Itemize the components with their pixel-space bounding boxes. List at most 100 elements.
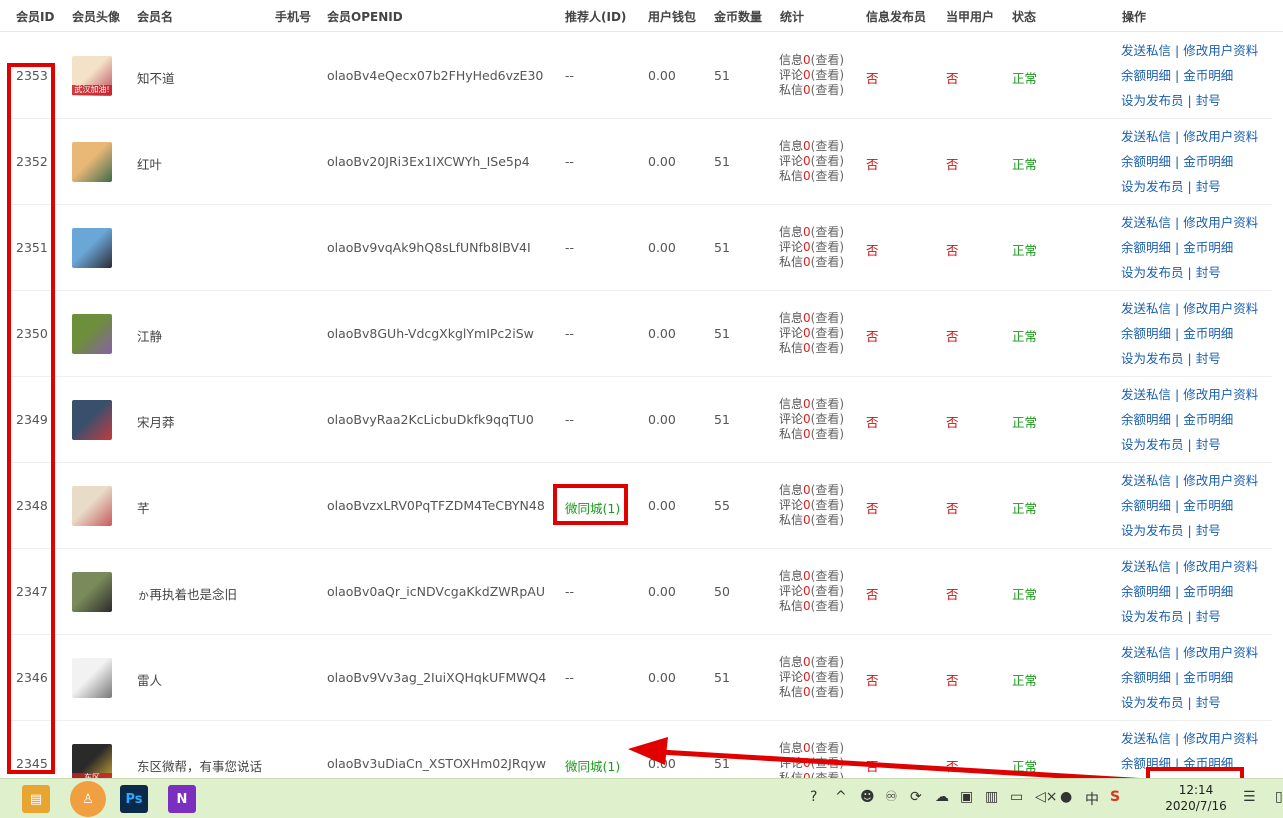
balance-detail-link[interactable]: 余额明细 (1121, 68, 1171, 83)
view-comment-link[interactable]: (查看) (811, 68, 844, 82)
tray-icon[interactable]: ▥ (985, 789, 998, 805)
set-publisher-link[interactable]: 设为发布员 (1121, 351, 1184, 366)
coin-detail-link[interactable]: 金币明细 (1183, 412, 1233, 427)
balance-detail-link[interactable]: 余额明细 (1121, 498, 1171, 513)
balance-detail-link[interactable]: 余额明细 (1121, 240, 1171, 255)
balance-detail-link[interactable]: 余额明细 (1121, 584, 1171, 599)
view-info-link[interactable]: (查看) (811, 397, 844, 411)
view-message-link[interactable]: (查看) (811, 513, 844, 527)
balance-detail-link[interactable]: 余额明细 (1121, 154, 1171, 169)
balance-detail-link[interactable]: 余额明细 (1121, 412, 1171, 427)
coin-detail-link[interactable]: 金币明细 (1183, 498, 1233, 513)
tray-icon[interactable]: 中 (1085, 789, 1099, 809)
view-message-link[interactable]: (查看) (811, 83, 844, 97)
view-info-link[interactable]: (查看) (811, 53, 844, 67)
ban-link[interactable]: 封号 (1196, 93, 1221, 108)
view-info-link[interactable]: (查看) (811, 311, 844, 325)
set-publisher-link[interactable]: 设为发布员 (1121, 265, 1184, 280)
view-message-link[interactable]: (查看) (811, 599, 844, 613)
ban-link[interactable]: 封号 (1196, 609, 1221, 624)
balance-detail-link[interactable]: 余额明细 (1121, 326, 1171, 341)
coin-detail-link[interactable]: 金币明细 (1183, 756, 1233, 771)
ban-link[interactable]: 封号 (1196, 179, 1221, 194)
ban-link[interactable]: 封号 (1196, 695, 1221, 710)
tray-icon[interactable]: ☁ (935, 789, 949, 805)
tray-icon[interactable]: ▣ (960, 789, 973, 805)
view-comment-link[interactable]: (查看) (811, 670, 844, 684)
set-publisher-link[interactable]: 设为发布员 (1121, 179, 1184, 194)
coin-detail-link[interactable]: 金币明细 (1183, 670, 1233, 685)
send-message-link[interactable]: 发送私信 (1121, 645, 1171, 660)
edit-profile-link[interactable]: 修改用户资料 (1183, 215, 1258, 230)
referrer-link[interactable]: 微同城(1) (565, 756, 620, 775)
edit-profile-link[interactable]: 修改用户资料 (1183, 43, 1258, 58)
coin-detail-link[interactable]: 金币明细 (1183, 584, 1233, 599)
edit-profile-link[interactable]: 修改用户资料 (1183, 559, 1258, 574)
coin-detail-link[interactable]: 金币明细 (1183, 326, 1233, 341)
taskbar-app-icon[interactable]: ♙ (70, 781, 106, 817)
view-info-link[interactable]: (查看) (811, 139, 844, 153)
edit-profile-link[interactable]: 修改用户资料 (1183, 645, 1258, 660)
view-comment-link[interactable]: (查看) (811, 756, 844, 770)
view-comment-link[interactable]: (查看) (811, 412, 844, 426)
show-desktop-icon[interactable]: ▯ (1275, 789, 1283, 805)
taskbar-app-icon[interactable]: ▤ (22, 785, 50, 813)
edit-profile-link[interactable]: 修改用户资料 (1183, 473, 1258, 488)
set-publisher-link[interactable]: 设为发布员 (1121, 609, 1184, 624)
view-comment-link[interactable]: (查看) (811, 498, 844, 512)
view-info-link[interactable]: (查看) (811, 225, 844, 239)
view-info-link[interactable]: (查看) (811, 483, 844, 497)
set-publisher-link[interactable]: 设为发布员 (1121, 93, 1184, 108)
ban-link[interactable]: 封号 (1196, 351, 1221, 366)
balance-detail-link[interactable]: 余额明细 (1121, 670, 1171, 685)
send-message-link[interactable]: 发送私信 (1121, 387, 1171, 402)
send-message-link[interactable]: 发送私信 (1121, 215, 1171, 230)
view-info-link[interactable]: (查看) (811, 655, 844, 669)
system-clock[interactable]: 12:14 2020/7/16 (1150, 779, 1242, 818)
view-info-link[interactable]: (查看) (811, 569, 844, 583)
tray-icon[interactable]: ^ (835, 789, 847, 805)
send-message-link[interactable]: 发送私信 (1121, 731, 1171, 746)
view-message-link[interactable]: (查看) (811, 427, 844, 441)
coin-detail-link[interactable]: 金币明细 (1183, 68, 1233, 83)
send-message-link[interactable]: 发送私信 (1121, 301, 1171, 316)
view-info-link[interactable]: (查看) (811, 741, 844, 755)
referrer-link[interactable]: 微同城(1) (565, 498, 620, 517)
coin-detail-link[interactable]: 金币明细 (1183, 240, 1233, 255)
view-comment-link[interactable]: (查看) (811, 584, 844, 598)
tray-icon[interactable]: ? (810, 789, 817, 805)
tray-icon[interactable]: ⟳ (910, 789, 922, 805)
edit-profile-link[interactable]: 修改用户资料 (1183, 129, 1258, 144)
tray-icon[interactable]: ☻ (860, 789, 875, 805)
edit-profile-link[interactable]: 修改用户资料 (1183, 387, 1258, 402)
view-comment-link[interactable]: (查看) (811, 154, 844, 168)
tray-icon[interactable]: ◁× (1035, 789, 1058, 805)
set-publisher-link[interactable]: 设为发布员 (1121, 695, 1184, 710)
set-publisher-link[interactable]: 设为发布员 (1121, 437, 1184, 452)
view-comment-link[interactable]: (查看) (811, 240, 844, 254)
set-publisher-link[interactable]: 设为发布员 (1121, 523, 1184, 538)
view-message-link[interactable]: (查看) (811, 169, 844, 183)
send-message-link[interactable]: 发送私信 (1121, 129, 1171, 144)
taskbar-app-icon[interactable]: Ps (120, 785, 148, 813)
send-message-link[interactable]: 发送私信 (1121, 559, 1171, 574)
tray-icon[interactable]: S (1110, 789, 1120, 805)
balance-detail-link[interactable]: 余额明细 (1121, 756, 1171, 771)
send-message-link[interactable]: 发送私信 (1121, 473, 1171, 488)
send-message-link[interactable]: 发送私信 (1121, 43, 1171, 58)
tray-icon[interactable]: ▭ (1010, 789, 1023, 805)
view-message-link[interactable]: (查看) (811, 685, 844, 699)
taskbar-app-icon[interactable]: N (168, 785, 196, 813)
edit-profile-link[interactable]: 修改用户资料 (1183, 301, 1258, 316)
notification-icon[interactable]: ☰ (1243, 789, 1256, 805)
coin-detail-link[interactable]: 金币明细 (1183, 154, 1233, 169)
ban-link[interactable]: 封号 (1196, 437, 1221, 452)
view-message-link[interactable]: (查看) (811, 255, 844, 269)
view-comment-link[interactable]: (查看) (811, 326, 844, 340)
view-message-link[interactable]: (查看) (811, 341, 844, 355)
ban-link[interactable]: 封号 (1196, 523, 1221, 538)
edit-profile-link[interactable]: 修改用户资料 (1183, 731, 1258, 746)
tray-icon[interactable]: ♾ (885, 789, 898, 805)
tray-icon[interactable]: ● (1060, 789, 1072, 805)
ban-link[interactable]: 封号 (1196, 265, 1221, 280)
